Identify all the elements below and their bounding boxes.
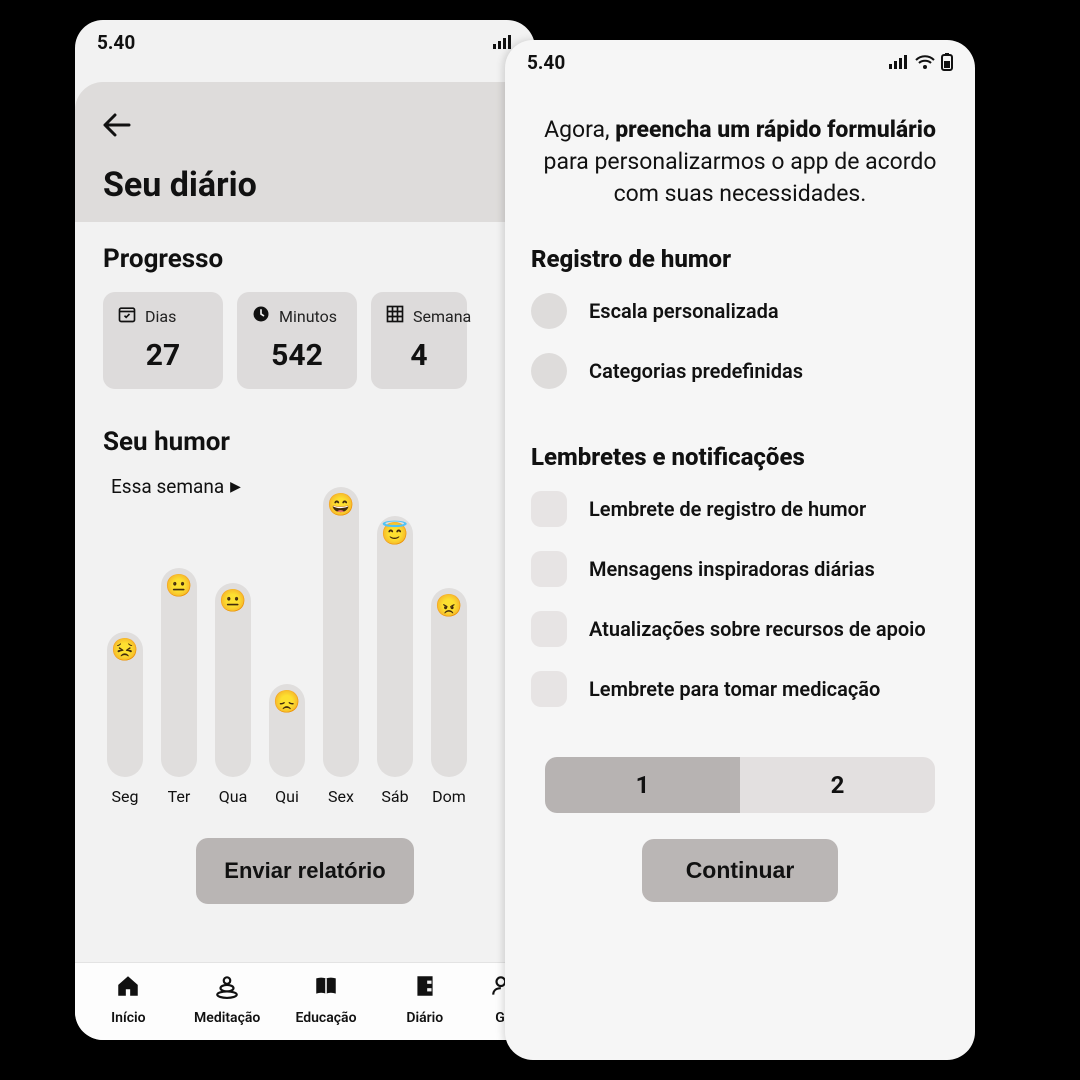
- stat-value: 542: [251, 338, 343, 373]
- onboarding-content: Agora, preencha um rápido formulário par…: [505, 84, 975, 1060]
- checkbox-icon: [531, 551, 567, 587]
- chart-bar[interactable]: 😐 Qua: [213, 583, 253, 806]
- progress-cards: Dias 27 Minutos 542 Semana: [103, 292, 507, 389]
- nav-meditation[interactable]: Meditação: [186, 973, 268, 1026]
- chart-x-label: Qua: [219, 787, 248, 806]
- status-time: 5.40: [527, 51, 565, 74]
- status-icons: [493, 35, 513, 49]
- chart-bar[interactable]: 😞 Qui: [267, 684, 307, 806]
- wifi-icon: [915, 55, 935, 69]
- chart-x-label: Seg: [112, 787, 139, 806]
- range-label: Essa semana: [111, 475, 224, 498]
- nav-label: Início: [111, 1010, 145, 1026]
- diary-screen: 5.40 Seu diário Progresso Dias 27: [75, 20, 535, 1040]
- continue-button[interactable]: Continuar: [642, 839, 839, 902]
- stat-card-days[interactable]: Dias 27: [103, 292, 223, 389]
- stat-label: Dias: [145, 307, 176, 326]
- option-label: Escala personalizada: [589, 299, 779, 323]
- signal-icon: [493, 35, 513, 49]
- mood-registration-title: Registro de humor: [531, 245, 949, 273]
- check-daily-inspiration[interactable]: Mensagens inspiradoras diárias: [531, 551, 949, 587]
- chart-bar[interactable]: 😄 Sex: [321, 487, 361, 806]
- stat-value: 27: [117, 338, 209, 373]
- mood-face-icon: 😇: [381, 522, 408, 547]
- checkbox-icon: [531, 671, 567, 707]
- onboarding-screen: 5.40 Agora, preencha um rápido formulári…: [505, 40, 975, 1060]
- clock-icon: [251, 304, 271, 328]
- back-icon[interactable]: [103, 110, 507, 145]
- option-label: Categorias predefinidas: [589, 359, 803, 383]
- chart-x-label: Dom: [432, 787, 466, 806]
- option-label: Lembrete de registro de humor: [589, 497, 866, 521]
- nav-label: Diário: [406, 1010, 443, 1026]
- diary-header: Seu diário: [75, 82, 535, 222]
- mood-face-icon: 😐: [165, 574, 192, 599]
- chart-bar[interactable]: 😣 Seg: [105, 632, 145, 806]
- bottom-nav: Início Meditação Educação Diário Gr: [75, 962, 535, 1040]
- radio-custom-scale[interactable]: Escala personalizada: [531, 293, 949, 329]
- stat-label: Semana: [413, 307, 471, 326]
- book-icon: [285, 973, 367, 1006]
- status-icons: [889, 53, 953, 71]
- signal-icon: [889, 55, 909, 69]
- step-pager: 1 2: [545, 757, 935, 813]
- meditation-icon: [186, 973, 268, 1006]
- check-medication-reminder[interactable]: Lembrete para tomar medicação: [531, 671, 949, 707]
- option-label: Lembrete para tomar medicação: [589, 677, 880, 701]
- pager-step-2[interactable]: 2: [740, 757, 935, 813]
- radio-predefined-categories[interactable]: Categorias predefinidas: [531, 353, 949, 389]
- stat-card-minutes[interactable]: Minutos 542: [237, 292, 357, 389]
- mood-face-icon: 😐: [219, 589, 246, 614]
- reminders-title: Lembretes e notificações: [531, 443, 949, 471]
- radio-icon: [531, 353, 567, 389]
- grid-icon: [385, 304, 405, 328]
- diary-icon: [384, 973, 466, 1006]
- diary-content: Progresso Dias 27 Minutos 542: [75, 222, 535, 962]
- radio-icon: [531, 293, 567, 329]
- check-mood-reminder[interactable]: Lembrete de registro de humor: [531, 491, 949, 527]
- pager-step-1[interactable]: 1: [545, 757, 740, 813]
- range-selector[interactable]: Essa semana ▶: [111, 475, 507, 498]
- chart-bar[interactable]: 😠 Dom: [429, 588, 469, 806]
- nav-education[interactable]: Educação: [285, 973, 367, 1026]
- status-time: 5.40: [97, 31, 135, 54]
- progress-title: Progresso: [103, 244, 507, 274]
- calendar-icon: [117, 304, 137, 328]
- page-title: Seu diário: [103, 165, 507, 205]
- status-bar: 5.40: [505, 40, 975, 84]
- stat-value: 4: [385, 338, 453, 373]
- nav-label: Meditação: [194, 1010, 260, 1026]
- nav-diary[interactable]: Diário: [384, 973, 466, 1026]
- nav-label: Educação: [295, 1010, 356, 1026]
- send-report-button[interactable]: Enviar relatório: [196, 838, 413, 904]
- home-icon: [87, 973, 169, 1006]
- mood-face-icon: 😄: [327, 493, 354, 518]
- status-bar: 5.40: [75, 20, 535, 64]
- chart-x-label: Qui: [275, 787, 299, 806]
- nav-home[interactable]: Início: [87, 973, 169, 1026]
- mood-face-icon: 😠: [435, 594, 462, 619]
- option-label: Atualizações sobre recursos de apoio: [589, 617, 926, 641]
- chart-bar[interactable]: 😐 Ter: [159, 568, 199, 806]
- stat-card-weeks[interactable]: Semana 4: [371, 292, 467, 389]
- check-support-updates[interactable]: Atualizações sobre recursos de apoio: [531, 611, 949, 647]
- chevron-right-icon: ▶: [230, 479, 241, 495]
- mood-face-icon: 😣: [111, 638, 138, 663]
- option-label: Mensagens inspiradoras diárias: [589, 557, 875, 581]
- mood-chart: 😣Seg😐Ter😐Qua😞Qui😄Sex😇Sáb😠Dom: [103, 506, 507, 806]
- chart-x-label: Ter: [168, 787, 191, 806]
- battery-icon: [941, 53, 953, 71]
- checkbox-icon: [531, 491, 567, 527]
- mood-face-icon: 😞: [273, 690, 300, 715]
- chart-bar[interactable]: 😇 Sáb: [375, 516, 415, 806]
- chart-x-label: Sáb: [381, 787, 408, 806]
- chart-x-label: Sex: [328, 787, 354, 806]
- stat-label: Minutos: [279, 307, 337, 326]
- checkbox-icon: [531, 611, 567, 647]
- mood-title: Seu humor: [103, 427, 507, 457]
- intro-text: Agora, preencha um rápido formulário par…: [531, 114, 949, 211]
